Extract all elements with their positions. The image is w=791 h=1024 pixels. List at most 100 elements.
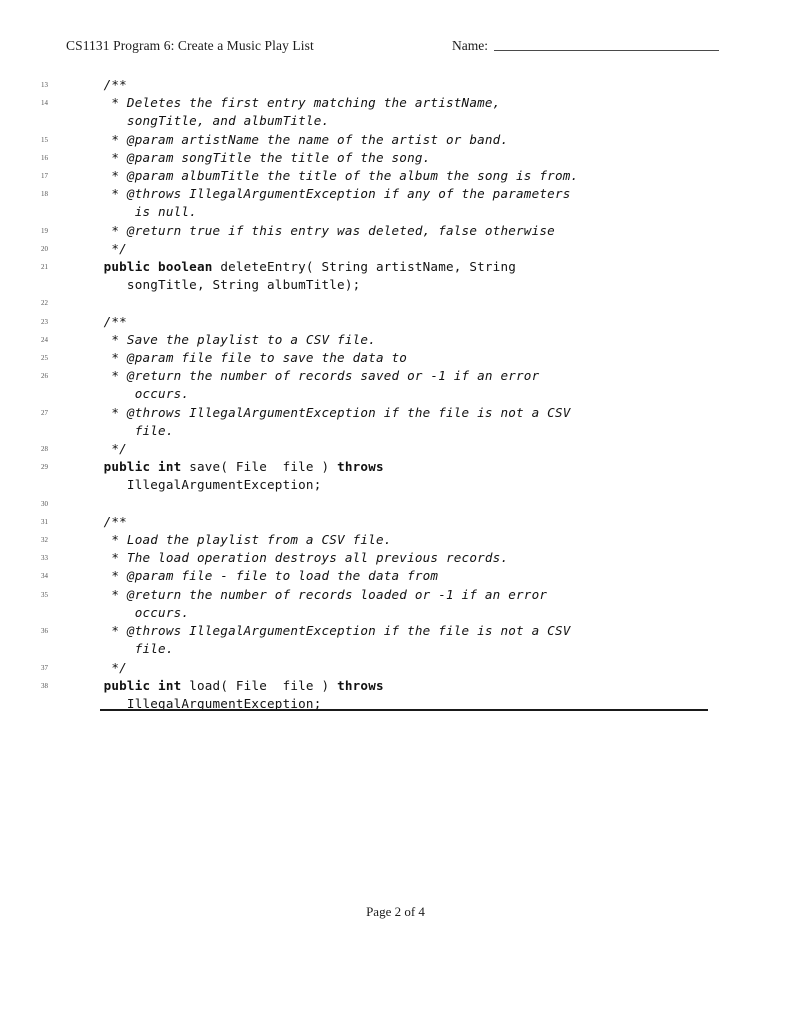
code-segment-comment: * The load operation destroys all previo… <box>88 550 509 566</box>
code-line-text: * Load the playlist from a CSV file. <box>52 531 791 549</box>
code-line: 25 * @param file file to save the data t… <box>0 349 791 367</box>
code-line-number: 35 <box>41 590 48 599</box>
code-line-text: * @throws IllegalArgumentException if th… <box>52 404 791 440</box>
code-line: 19 * @return true if this entry was dele… <box>0 222 791 240</box>
code-line-number: 19 <box>41 226 48 235</box>
code-line-number: 14 <box>41 99 48 108</box>
code-line-number: 26 <box>41 372 48 381</box>
code-segment-comment: * Save the playlist to a CSV file. <box>88 331 376 347</box>
code-line-number: 17 <box>41 172 48 181</box>
code-segment-comment: * @throws IllegalArgumentException if th… <box>111 404 571 438</box>
code-listing: 13 /** 14 * Deletes the first entry match… <box>0 76 791 713</box>
code-line: 29 public int save( File file ) throws I… <box>0 458 791 494</box>
code-line: 34 * @param file - file to load the data… <box>0 567 791 585</box>
code-line-text: /** <box>52 76 791 94</box>
code-line: 30 <box>0 495 791 513</box>
code-line: 35 * @return the number of records loade… <box>0 586 791 622</box>
code-line-number: 33 <box>41 554 48 563</box>
code-line: 23 /** <box>0 313 791 331</box>
code-segment-keyword: public int <box>103 459 182 475</box>
code-line-number: 37 <box>41 663 48 672</box>
code-line-number: 34 <box>41 572 48 581</box>
code-segment-plain <box>88 678 104 693</box>
code-line-number: 21 <box>41 263 48 272</box>
code-line: 26 * @return the number of records saved… <box>0 367 791 403</box>
code-segment-comment: */ <box>88 441 127 457</box>
code-line: 21 public boolean deleteEntry( String ar… <box>0 258 791 294</box>
code-segment-keyword: throws <box>337 677 384 693</box>
code-line: 15 * @param artistName the name of the a… <box>0 131 791 149</box>
code-segment-comment: */ <box>88 659 127 675</box>
code-segment-comment: * @param file file to save the data to <box>88 350 408 366</box>
code-segment-plain: IllegalArgumentException; <box>126 477 322 493</box>
code-line-text <box>52 495 791 513</box>
name-field-group: Name: <box>452 38 719 54</box>
code-segment-comment: * Load the playlist from a CSV file. <box>88 532 392 548</box>
code-line-number: 30 <box>41 499 48 508</box>
code-line-text: * @return the number of records loaded o… <box>52 586 791 622</box>
code-line: 14 * Deletes the first entry matching th… <box>0 94 791 130</box>
code-line-text: /** <box>52 513 791 531</box>
code-bottom-rule <box>100 709 708 711</box>
code-line-number: 24 <box>41 335 48 344</box>
code-segment-comment: * @param artistName the name of the arti… <box>88 131 509 147</box>
code-line-number: 38 <box>41 681 48 690</box>
code-segment-comment: /** <box>88 513 127 529</box>
code-line-text: * @param file - file to load the data fr… <box>52 567 791 585</box>
page-header: CS1131 Program 6: Create a Music Play Li… <box>66 38 724 60</box>
code-line: 27 * @throws IllegalArgumentException if… <box>0 404 791 440</box>
code-segment-comment: * @throws IllegalArgumentException if th… <box>111 623 571 657</box>
code-line: 37 */ <box>0 659 791 677</box>
code-line-text: /** <box>52 313 791 331</box>
code-line: 24 * Save the playlist to a CSV file. <box>0 331 791 349</box>
code-line: 28 */ <box>0 440 791 458</box>
code-segment-comment: * @param file - file to load the data fr… <box>88 568 439 584</box>
code-segment-comment: * @return true if this entry was deleted… <box>88 222 555 238</box>
code-line-number: 22 <box>41 299 48 308</box>
code-line-text: */ <box>52 440 791 458</box>
page-title: CS1131 Program 6: Create a Music Play Li… <box>66 38 314 53</box>
code-segment-plain <box>88 459 104 474</box>
code-line-number: 32 <box>41 536 48 545</box>
page-footer: Page 2 of 4 <box>366 904 425 919</box>
code-line: 13 /** <box>0 76 791 94</box>
code-line-number: 36 <box>41 627 48 636</box>
code-line-text: * @param albumTitle the title of the alb… <box>52 167 791 185</box>
code-line: 16 * @param songTitle the title of the s… <box>0 149 791 167</box>
code-segment-plain: load( File file ) <box>181 677 338 693</box>
code-segment-comment: * Deletes the first entry matching the a… <box>111 95 501 129</box>
code-line-text: * Save the playlist to a CSV file. <box>52 331 791 349</box>
code-line-text: * The load operation destroys all previo… <box>52 549 791 567</box>
code-line-number: 13 <box>41 81 48 89</box>
code-line-text: * @param songTitle the title of the song… <box>52 149 791 167</box>
code-line-text: * Deletes the first entry matching the a… <box>52 94 791 130</box>
code-line-text <box>52 294 791 312</box>
code-segment-keyword: public boolean <box>103 259 213 275</box>
code-segment-comment: /** <box>88 77 127 92</box>
code-segment-keyword: public int <box>103 677 182 693</box>
name-write-in-line <box>494 50 719 51</box>
code-segment-comment: * @throws IllegalArgumentException if an… <box>111 186 571 220</box>
code-line-text: * @param file file to save the data to <box>52 349 791 367</box>
code-line-text: * @throws IllegalArgumentException if th… <box>52 622 791 658</box>
code-line-number: 25 <box>41 354 48 363</box>
code-line: 33 * The load operation destroys all pre… <box>0 549 791 567</box>
code-segment-comment: */ <box>88 240 127 256</box>
document-page: CS1131 Program 6: Create a Music Play Li… <box>0 0 791 1024</box>
code-segment-comment: * @return the number of records saved or… <box>111 368 540 402</box>
code-line-text: public boolean deleteEntry( String artis… <box>52 258 791 294</box>
code-line: 22 <box>0 294 791 312</box>
code-line-number: 28 <box>41 445 48 454</box>
code-segment-comment: * @param songTitle the title of the song… <box>88 149 431 165</box>
code-line-number: 20 <box>41 244 48 253</box>
code-line: 32 * Load the playlist from a CSV file. <box>0 531 791 549</box>
code-line: 38 public int load( File file ) throws I… <box>0 677 791 713</box>
name-label: Name: <box>452 38 488 53</box>
code-segment-comment: /** <box>88 313 127 329</box>
code-line-text: * @return true if this entry was deleted… <box>52 222 791 240</box>
code-line-number: 16 <box>41 153 48 162</box>
code-line-text: public int save( File file ) throws Ille… <box>52 458 791 494</box>
code-line-text: public int load( File file ) throws Ille… <box>52 677 791 713</box>
code-line-number: 23 <box>41 317 48 326</box>
code-segment-plain: save( File file ) <box>181 459 338 475</box>
